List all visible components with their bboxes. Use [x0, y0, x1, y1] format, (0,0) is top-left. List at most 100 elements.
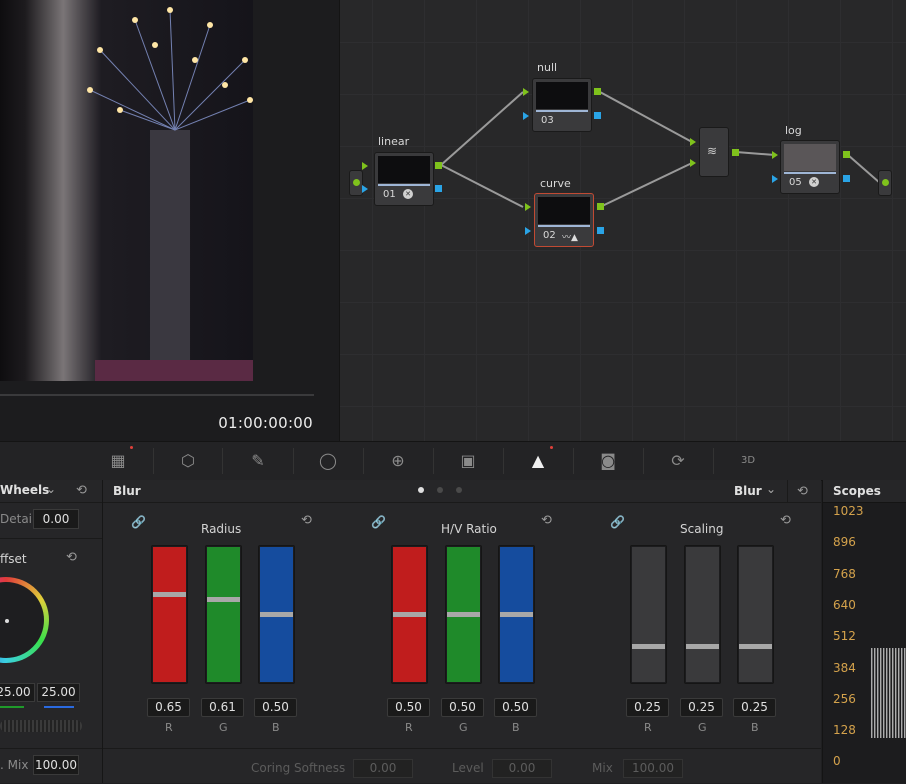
- page-dot[interactable]: [437, 487, 443, 493]
- input-arrow-icon: [362, 185, 368, 193]
- blur-value-field[interactable]: 0.61: [201, 698, 244, 717]
- warper-icon[interactable]: ⬡: [176, 450, 200, 472]
- blur-slider-g[interactable]: [684, 545, 721, 684]
- layer-mixer-node[interactable]: ≋: [699, 127, 729, 177]
- reset-icon[interactable]: ⟲: [76, 483, 87, 498]
- slider-handle[interactable]: [686, 644, 719, 649]
- blur-value-field[interactable]: 0.25: [733, 698, 776, 717]
- blur-slider-b[interactable]: [498, 545, 535, 684]
- output-port-icon[interactable]: [594, 88, 601, 95]
- blur-mode-dropdown[interactable]: Blur: [734, 484, 762, 498]
- channel-label: B: [272, 721, 280, 734]
- output-port-icon[interactable]: [597, 203, 604, 210]
- offset-label: ffset: [0, 552, 27, 566]
- wheel-value-field[interactable]: 25.00: [0, 683, 35, 702]
- slider-handle[interactable]: [207, 597, 240, 602]
- output-port-icon[interactable]: [597, 227, 604, 234]
- chevron-down-icon[interactable]: ⌄: [46, 482, 56, 496]
- slider-handle[interactable]: [393, 612, 426, 617]
- blur-slider-r[interactable]: [151, 545, 188, 684]
- detail-field[interactable]: 0.00: [33, 509, 79, 529]
- output-port-icon[interactable]: [843, 175, 850, 182]
- blur-slider-b[interactable]: [737, 545, 774, 684]
- slider-handle[interactable]: [260, 612, 293, 617]
- blur-value-field[interactable]: 0.50: [254, 698, 297, 717]
- column-title: Scaling: [680, 522, 724, 536]
- column-title: Radius: [201, 522, 242, 536]
- blur-slider-g[interactable]: [445, 545, 482, 684]
- reset-icon[interactable]: ⟲: [541, 514, 555, 528]
- node-label: log: [785, 124, 802, 137]
- blur-value-field[interactable]: 0.50: [387, 698, 430, 717]
- 3d-icon[interactable]: 3D: [736, 450, 760, 472]
- qualifier-icon[interactable]: ✎: [246, 450, 270, 472]
- mix-label: Mix: [592, 761, 613, 775]
- output-port-icon[interactable]: [843, 151, 850, 158]
- slider-handle[interactable]: [447, 612, 480, 617]
- link-icon[interactable]: 🔗: [610, 515, 625, 529]
- reset-icon[interactable]: ⟲: [301, 514, 315, 528]
- coring-softness-field[interactable]: 0.00: [353, 759, 413, 778]
- curves-icon[interactable]: ▦: [106, 450, 130, 472]
- reset-icon[interactable]: ⟲: [780, 514, 794, 528]
- scope-tick-label: 896: [833, 535, 856, 550]
- blur-slider-r[interactable]: [630, 545, 667, 684]
- scope-tick-label: 384: [833, 660, 856, 675]
- graph-input[interactable]: [349, 170, 363, 196]
- output-port-icon[interactable]: [435, 162, 442, 169]
- node-number: 05: [789, 177, 802, 188]
- page-dot[interactable]: [456, 487, 462, 493]
- blur-value-field[interactable]: 0.50: [441, 698, 484, 717]
- reset-icon[interactable]: ⟲: [66, 550, 77, 565]
- graph-output[interactable]: [878, 170, 892, 196]
- key-icon[interactable]: ◙: [596, 450, 620, 472]
- page-dot-active[interactable]: [418, 487, 424, 493]
- mix-field[interactable]: 100.00: [33, 755, 79, 775]
- viewer-image: [0, 0, 253, 381]
- node-03[interactable]: 03: [532, 78, 592, 132]
- link-icon[interactable]: 🔗: [371, 515, 386, 529]
- slider-handle[interactable]: [153, 592, 186, 597]
- master-wheel-slider[interactable]: [0, 720, 82, 732]
- scope-tick-label: 512: [833, 629, 856, 644]
- blur-value-field[interactable]: 0.65: [147, 698, 190, 717]
- chevron-down-icon[interactable]: ⌄: [766, 482, 776, 496]
- wheels-mode-label[interactable]: Wheels: [0, 483, 49, 497]
- mix-field[interactable]: 100.00: [623, 759, 683, 778]
- link-icon[interactable]: 🔗: [131, 515, 146, 529]
- scrubber-track[interactable]: [0, 394, 314, 396]
- channel-label: B: [751, 721, 759, 734]
- input-arrow-icon: [525, 227, 531, 235]
- blur-slider-r[interactable]: [391, 545, 428, 684]
- window-icon[interactable]: ◯: [316, 450, 340, 472]
- blur-value-field[interactable]: 0.50: [494, 698, 537, 717]
- column-title: H/V Ratio: [441, 522, 497, 536]
- viewer-panel[interactable]: 01:00:00:00: [0, 0, 340, 441]
- magic-mask-icon[interactable]: ▣: [456, 450, 480, 472]
- node-02[interactable]: 02 〰▲: [534, 193, 594, 247]
- output-port-icon[interactable]: [732, 149, 739, 156]
- output-port-icon[interactable]: [594, 112, 601, 119]
- slider-handle[interactable]: [500, 612, 533, 617]
- detail-label: Detail: [0, 512, 36, 526]
- node-01[interactable]: 01 ✕: [374, 152, 434, 206]
- blur-value-field[interactable]: 0.25: [626, 698, 669, 717]
- scope-tick-label: 1023: [833, 504, 864, 518]
- blur-value-field[interactable]: 0.25: [680, 698, 723, 717]
- wheel-value-field[interactable]: 25.00: [37, 683, 80, 702]
- sizing-icon[interactable]: ⟳: [666, 450, 690, 472]
- node-05[interactable]: 05 ✕: [780, 140, 840, 194]
- slider-handle[interactable]: [632, 644, 665, 649]
- level-field[interactable]: 0.00: [492, 759, 552, 778]
- output-port-icon[interactable]: [435, 185, 442, 192]
- offset-color-wheel[interactable]: [0, 577, 49, 663]
- blur-slider-b[interactable]: [258, 545, 295, 684]
- input-arrow-icon: [772, 175, 778, 183]
- slider-handle[interactable]: [739, 644, 772, 649]
- tracker-icon[interactable]: ⊕: [386, 450, 410, 472]
- node-graph[interactable]: linear 01 ✕ null 03 curve 02 〰▲ ≋ log 05: [340, 0, 906, 441]
- node-number: 03: [541, 115, 554, 126]
- blur-icon[interactable]: ▲: [526, 450, 550, 472]
- reset-icon[interactable]: ⟲: [797, 484, 808, 499]
- blur-slider-g[interactable]: [205, 545, 242, 684]
